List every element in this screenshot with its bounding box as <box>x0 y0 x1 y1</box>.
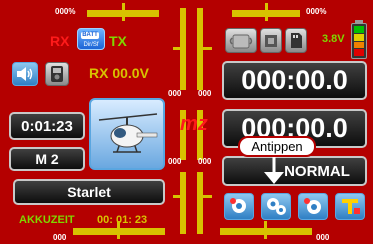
tx-voltage: 3.8V <box>322 33 345 45</box>
gear-icon <box>230 198 246 213</box>
text-edit-icon <box>342 199 360 214</box>
helicopter-icon <box>98 113 158 153</box>
quick-settings-button-4[interactable] <box>335 193 365 220</box>
trim-vertical-right-marker <box>200 47 212 50</box>
stopwatch-top-button[interactable]: 000:00.0 <box>222 61 367 100</box>
speaker-button[interactable] <box>12 62 38 86</box>
telemetry-sensor-icon <box>229 34 253 49</box>
runtime-label: AKKUZEIT <box>19 214 75 226</box>
model-name-button[interactable]: Starlet <box>13 179 165 205</box>
trim-top-right-marker <box>265 3 268 21</box>
trim-lower-left-label: 000 <box>168 157 182 166</box>
settings-gear-icon <box>304 198 321 214</box>
tap-hint-tooltip: Antippen <box>238 136 316 157</box>
trim-center-left-label: 000 <box>168 89 182 98</box>
mz-logo: mz <box>180 113 208 135</box>
model-memory-button[interactable]: M 2 <box>9 147 85 171</box>
quick-settings-button-1[interactable] <box>224 193 254 220</box>
trim-bottom-right-label: 000 <box>316 233 330 242</box>
tx-battery-icon <box>351 20 367 59</box>
sensor-telemetry-button[interactable] <box>225 28 257 53</box>
trim-top-left-marker <box>122 3 125 21</box>
data-logger-button[interactable] <box>260 28 282 53</box>
rx-voltage: RX 00.0V <box>89 65 149 81</box>
trim-center-right-label: 000 <box>198 89 212 98</box>
speaker-icon <box>17 67 33 81</box>
flight-phase-label: NORMAL <box>284 162 350 180</box>
trim-bottom-right-vmarker <box>200 195 212 198</box>
trim-bottom-left-vbar[interactable] <box>180 172 186 234</box>
trim-bottom-right-marker <box>264 221 267 239</box>
trim-top-right-label: 000% <box>306 7 327 16</box>
tx-label: TX <box>109 33 127 49</box>
trim-bottom-right-vbar[interactable] <box>197 172 203 234</box>
tap-hint-arrow-icon <box>264 157 284 184</box>
receiver-battery-icon: BATT Dir/Sf <box>77 28 105 50</box>
flight-phase-button[interactable]: NORMAL <box>222 156 367 186</box>
mp3-player-button[interactable] <box>45 62 69 86</box>
quick-settings-button-2[interactable] <box>261 193 291 220</box>
logger-icon <box>265 35 277 47</box>
sd-card-icon <box>291 33 302 48</box>
model-picture-button[interactable] <box>89 98 165 170</box>
trim-vertical-left-marker <box>173 47 185 50</box>
trim-bottom-left-vmarker <box>173 195 185 198</box>
trim-top-left-label: 000% <box>55 7 76 16</box>
quick-settings-button-3[interactable] <box>298 193 328 220</box>
mp3-player-icon <box>51 66 63 82</box>
trim-bottom-left-label: 000 <box>53 233 67 242</box>
clock-button[interactable]: 0:01:23 <box>9 112 85 140</box>
sd-card-button[interactable] <box>285 28 307 53</box>
rx-label: RX <box>50 33 70 49</box>
trim-lower-right-label: 000 <box>198 157 212 166</box>
gears-icon <box>267 198 286 215</box>
transmitter-home-screen: 000% 000% 000 000 000 000 000 000 RX BAT… <box>0 0 373 244</box>
runtime-value: 00: 01: 23 <box>97 214 148 226</box>
